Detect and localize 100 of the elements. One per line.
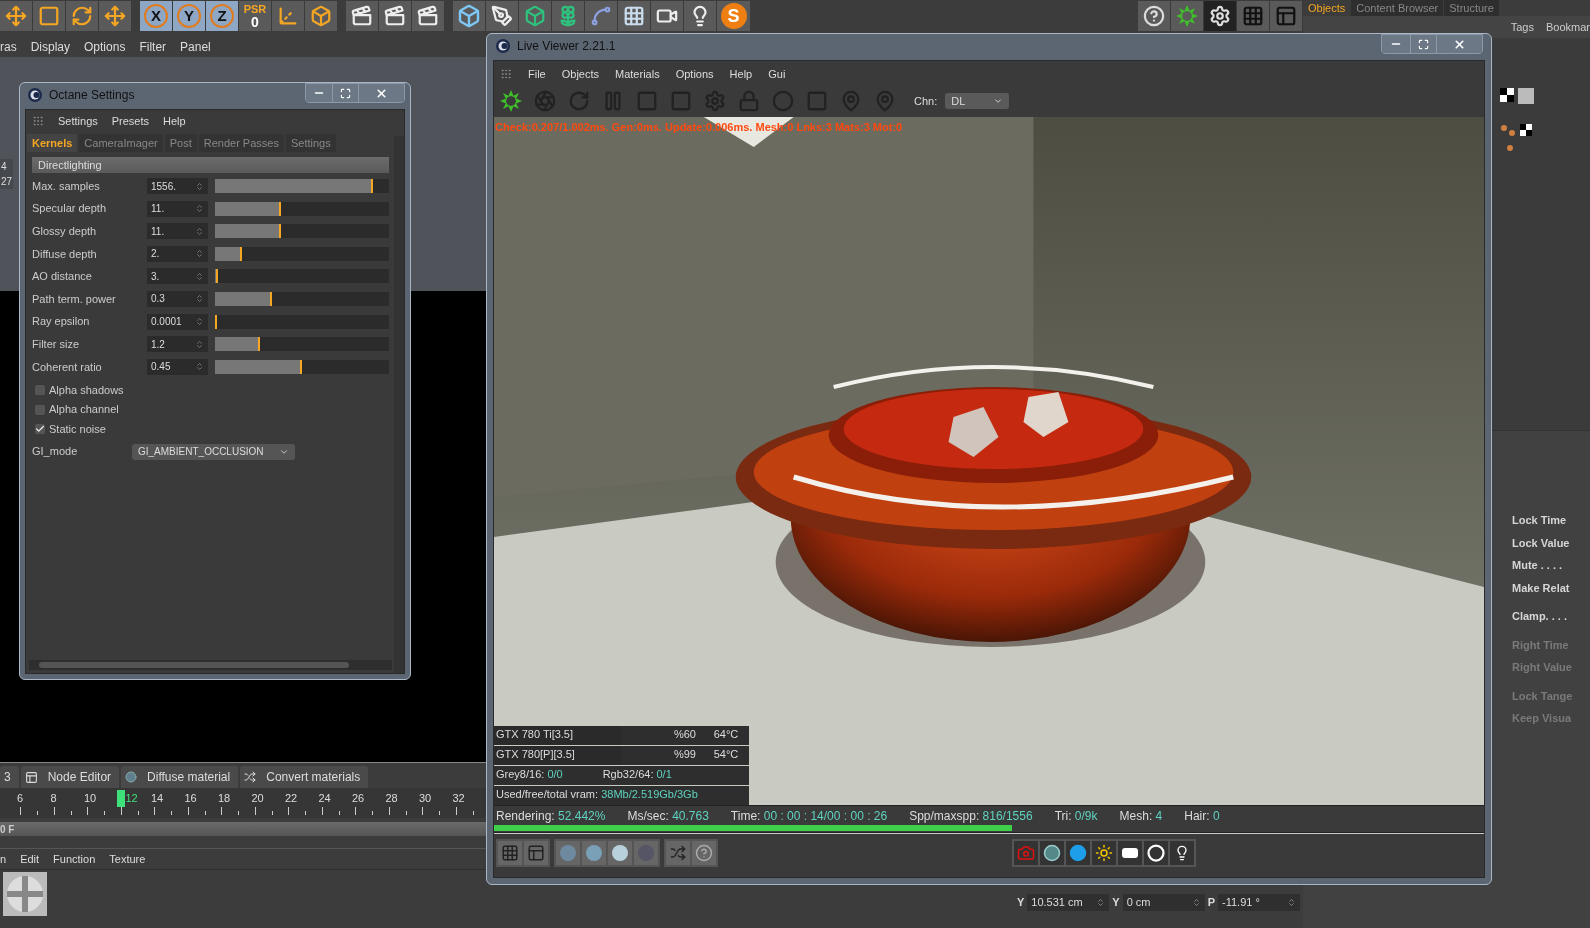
menu-item[interactable]: Gui: [768, 65, 786, 83]
material-thumbnail-icon[interactable]: [3, 872, 47, 916]
panel-tab[interactable]: Convert materials: [240, 766, 369, 788]
layout-view-button[interactable]: [524, 840, 548, 865]
channel-dropdown[interactable]: DL: [945, 93, 1010, 109]
menu-item[interactable]: Function: [53, 850, 96, 868]
number-field[interactable]: 11.: [147, 200, 208, 217]
settings-tab[interactable]: Kernels: [27, 134, 78, 152]
menu-item[interactable]: Texture: [109, 850, 146, 868]
move-tool-button[interactable]: [0, 1, 33, 31]
number-field[interactable]: 1556.: [147, 178, 208, 194]
render-picture-button[interactable]: [379, 1, 412, 31]
octane-start-button[interactable]: [498, 88, 524, 114]
menu-item[interactable]: Objects: [561, 65, 600, 83]
settings-tab[interactable]: Render Passes: [198, 134, 284, 152]
minimize-button[interactable]: [1382, 35, 1410, 53]
slider-track[interactable]: [215, 246, 389, 261]
world-axis-button[interactable]: [272, 1, 305, 31]
menu-item[interactable]: Filter: [139, 37, 167, 56]
menu-item[interactable]: Edit: [20, 850, 40, 868]
array-button[interactable]: [552, 1, 585, 31]
menu-item[interactable]: Bookmar: [1545, 18, 1590, 36]
vertical-scrollbar[interactable]: [394, 136, 404, 673]
number-field[interactable]: 2.: [147, 245, 208, 262]
axis-lock-button[interactable]: Y: [173, 1, 206, 31]
maximize-button[interactable]: [1410, 35, 1436, 53]
maximize-button[interactable]: [332, 84, 358, 102]
settings-tab[interactable]: CameraImager: [79, 134, 163, 152]
area-light-button[interactable]: [1118, 840, 1142, 865]
menu-item[interactable]: Materials: [615, 65, 660, 83]
convert-button[interactable]: [666, 840, 690, 865]
minimize-button[interactable]: [306, 84, 332, 102]
axis-lock-button[interactable]: X: [140, 1, 173, 31]
menu-item[interactable]: ras: [0, 37, 17, 56]
menu-item[interactable]: Panel: [180, 37, 211, 56]
scale-tool-button[interactable]: [33, 1, 66, 31]
panel-tab[interactable]: 3: [0, 766, 19, 788]
panel-tab[interactable]: Content Browser: [1351, 0, 1444, 16]
settings-tab[interactable]: Settings: [285, 134, 336, 152]
spline-button[interactable]: [486, 1, 519, 31]
help-button[interactable]: [1138, 1, 1171, 31]
coordinate-field[interactable]: 10.531 cm: [1027, 894, 1110, 911]
floor-button[interactable]: [618, 1, 651, 31]
menu-item[interactable]: Presets: [111, 112, 150, 130]
menu-item[interactable]: n: [0, 850, 7, 868]
camera-button[interactable]: [651, 1, 684, 31]
menu-item[interactable]: File: [528, 65, 546, 83]
slider-track[interactable]: [215, 291, 389, 306]
number-field[interactable]: 0.0001: [147, 313, 208, 330]
material-preview-button[interactable]: [556, 840, 580, 865]
render-settings-button[interactable]: [412, 1, 445, 31]
coordinate-field[interactable]: 0 cm: [1122, 894, 1205, 911]
number-field[interactable]: 11.: [147, 223, 208, 240]
close-button[interactable]: [358, 84, 404, 102]
spot-light-button[interactable]: [1170, 840, 1194, 865]
deformer-button[interactable]: [585, 1, 618, 31]
material-preview-button[interactable]: [608, 840, 632, 865]
grid-view-button[interactable]: [498, 840, 522, 865]
transform-tool-button[interactable]: [99, 1, 132, 31]
slider-track[interactable]: [215, 201, 389, 216]
menu-item[interactable]: Help: [163, 112, 186, 130]
number-field[interactable]: 1.2: [147, 336, 208, 353]
axis-lock-button[interactable]: Z: [206, 1, 239, 31]
slider-track[interactable]: [215, 359, 389, 374]
settings-tab[interactable]: Post: [164, 134, 197, 152]
menu-item[interactable]: Settings: [58, 112, 98, 130]
number-field[interactable]: 3.: [147, 268, 208, 285]
psr-button[interactable]: PSR 0: [239, 1, 272, 31]
cube-object-button[interactable]: [453, 1, 486, 31]
nurbs-button[interactable]: [519, 1, 552, 31]
checkbox[interactable]: [35, 385, 45, 395]
close-button[interactable]: [1436, 35, 1482, 53]
light-button[interactable]: [684, 1, 717, 31]
rotate-tool-button[interactable]: [66, 1, 99, 31]
coordinate-field[interactable]: -11.91 °: [1218, 894, 1300, 911]
material-preview-button[interactable]: [582, 840, 606, 865]
number-field[interactable]: 0.3: [147, 290, 208, 307]
slider-track[interactable]: [215, 269, 389, 284]
menu-item[interactable]: Help: [729, 65, 753, 83]
menu-item[interactable]: Tags: [1510, 18, 1534, 36]
gi-mode-dropdown[interactable]: GI_AMBIENT_OCCLUSION: [132, 443, 295, 460]
slider-track[interactable]: [215, 224, 389, 239]
menu-item[interactable]: Options: [675, 65, 714, 83]
panel-tab[interactable]: Node Editor: [20, 766, 120, 788]
layout-button[interactable]: [1270, 1, 1303, 31]
octane-button[interactable]: [1171, 1, 1204, 31]
panel-tab[interactable]: Diffuse material: [121, 766, 239, 788]
slider-track[interactable]: [215, 337, 389, 352]
menu-item[interactable]: Display: [30, 37, 71, 56]
contrast-button[interactable]: [1066, 840, 1090, 865]
object-axis-button[interactable]: [305, 1, 338, 31]
settings-button[interactable]: [1204, 1, 1237, 31]
contrast-button[interactable]: [1040, 840, 1064, 865]
checkbox[interactable]: [35, 424, 45, 434]
number-field[interactable]: 0.45: [147, 358, 208, 375]
horizontal-scrollbar[interactable]: [29, 660, 392, 670]
target-light-button[interactable]: [1144, 840, 1168, 865]
panel-tab[interactable]: Structure: [1444, 0, 1499, 16]
checkbox[interactable]: [35, 404, 45, 415]
slider-track[interactable]: [215, 314, 389, 329]
